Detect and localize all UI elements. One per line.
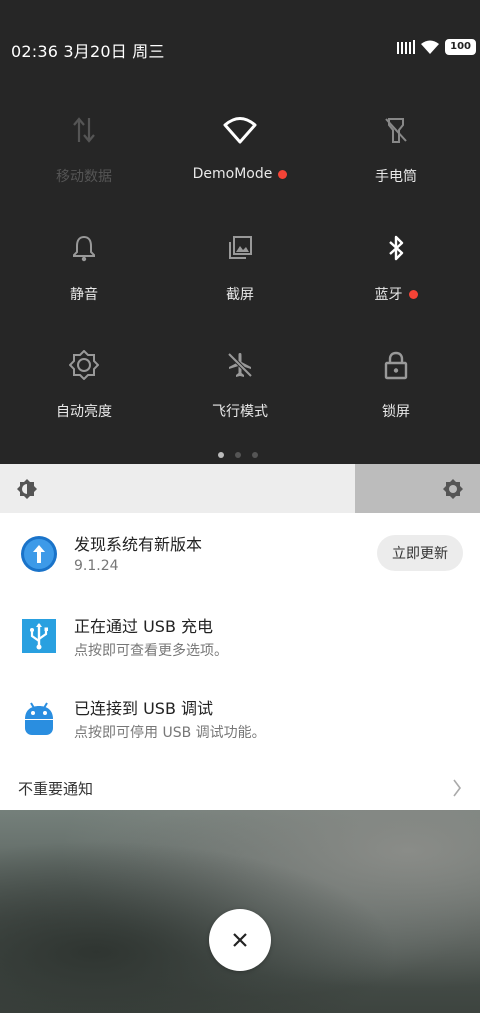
- quick-settings-panel: 移动数据 DemoMode 手电筒 静音 截屏 蓝牙 自动亮度 飞行模式 锁屏: [0, 96, 480, 464]
- tile-label: 移动数据: [56, 169, 112, 185]
- notification-usb-debugging[interactable]: 已连接到 USB 调试 点按即可停用 USB 调试功能。: [0, 677, 480, 757]
- usb-icon: [22, 619, 56, 653]
- wifi-icon: [421, 40, 440, 54]
- notification-title: 正在通过 USB 充电: [74, 617, 214, 636]
- settings-gear-icon[interactable]: [442, 478, 464, 500]
- tile-label: 截屏: [226, 287, 254, 303]
- notification-subtitle: 点按即可查看更多选项。: [74, 643, 228, 659]
- status-icons: 100: [397, 39, 476, 55]
- signal-icon: [397, 40, 416, 54]
- update-arrow-icon: [21, 536, 57, 572]
- mobile-data-icon: [73, 117, 95, 143]
- tile-label: 手电筒: [375, 169, 417, 185]
- pager-dot-active: [218, 452, 224, 458]
- tile-bluetooth[interactable]: 蓝牙: [318, 214, 474, 324]
- wifi-icon: [223, 117, 257, 144]
- unimportant-notifications-row[interactable]: 不重要通知: [0, 770, 480, 810]
- bell-icon: [73, 235, 95, 262]
- status-time-date: 02:36 3月20日 周三: [11, 42, 165, 61]
- airplane-icon: [227, 352, 253, 378]
- tile-label: 自动亮度: [56, 404, 112, 420]
- screenshot-icon: [229, 236, 252, 259]
- flashlight-off-icon: [385, 118, 407, 143]
- tile-flashlight[interactable]: 手电筒: [318, 96, 474, 206]
- tile-auto-brightness[interactable]: 自动亮度: [6, 331, 162, 441]
- tile-mobile-data[interactable]: 移动数据: [6, 96, 162, 206]
- notification-title: 已连接到 USB 调试: [74, 699, 214, 718]
- red-dot-badge: [278, 169, 288, 179]
- bluetooth-icon: [389, 235, 404, 261]
- tile-airplane[interactable]: 飞行模式: [162, 331, 318, 441]
- quick-settings-pager[interactable]: [218, 452, 258, 458]
- battery-icon: 100: [445, 39, 476, 55]
- tile-label: 蓝牙: [374, 287, 403, 303]
- update-now-button[interactable]: 立即更新: [377, 535, 463, 571]
- tile-label: DemoMode: [192, 166, 273, 182]
- notification-system-update[interactable]: 发现系统有新版本 9.1.24 立即更新: [0, 513, 480, 593]
- tile-label: 飞行模式: [212, 404, 268, 420]
- red-dot-badge: [408, 289, 418, 299]
- tile-demomode[interactable]: DemoMode: [162, 96, 318, 206]
- close-button[interactable]: [209, 909, 271, 971]
- lock-icon: [384, 351, 408, 380]
- notification-subtitle: 点按即可停用 USB 调试功能。: [74, 725, 266, 741]
- notification-usb-charging[interactable]: 正在通过 USB 充电 点按即可查看更多选项。: [0, 595, 480, 675]
- status-bar: 02:36 3月20日 周三 100: [0, 0, 480, 96]
- notification-title: 发现系统有新版本: [74, 535, 203, 554]
- tile-silent[interactable]: 静音: [6, 214, 162, 324]
- brightness-icon: [17, 479, 37, 499]
- pager-dot: [235, 452, 241, 458]
- close-icon: [233, 933, 247, 947]
- notification-list: 发现系统有新版本 9.1.24 立即更新 正在通过 USB 充电 点按即可查看更…: [0, 513, 480, 810]
- tile-label: 锁屏: [382, 404, 410, 420]
- brightness-slider[interactable]: [0, 464, 480, 513]
- unimportant-label: 不重要通知: [18, 780, 94, 798]
- auto-brightness-icon: [69, 350, 99, 380]
- tile-label: 静音: [70, 287, 98, 303]
- pager-dot: [252, 452, 258, 458]
- android-icon: [25, 702, 53, 735]
- tile-lock-screen[interactable]: 锁屏: [318, 331, 474, 441]
- notification-subtitle: 9.1.24: [74, 558, 119, 574]
- tile-screenshot[interactable]: 截屏: [162, 214, 318, 324]
- chevron-right-icon: [453, 779, 461, 797]
